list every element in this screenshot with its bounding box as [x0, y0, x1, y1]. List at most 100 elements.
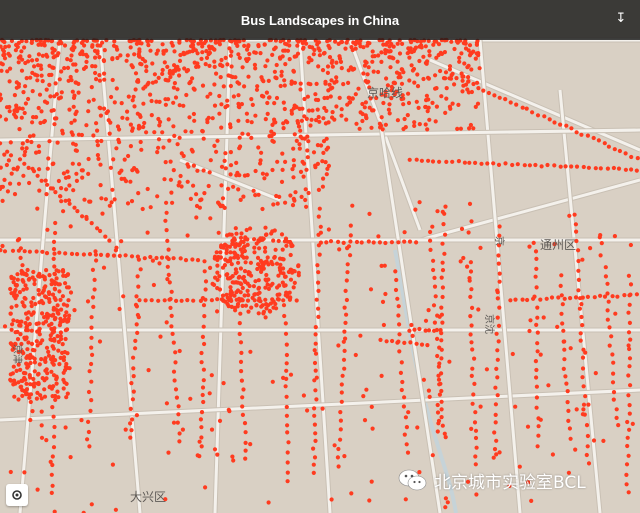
bus-stop-dot — [95, 128, 100, 133]
bus-stop-dot — [610, 352, 615, 357]
bus-stop-dot — [443, 204, 448, 209]
bus-stop-dot — [228, 172, 233, 177]
bus-stop-dot — [316, 187, 321, 192]
bus-stop-dot — [52, 434, 57, 439]
bus-stop-dot — [310, 45, 315, 50]
bus-stop-dot — [228, 297, 233, 302]
bus-stop-dot — [59, 69, 64, 74]
bus-stop-dot — [291, 158, 296, 163]
bus-stop-dot — [89, 335, 94, 340]
bus-stop-map[interactable] — [0, 0, 640, 513]
bus-stop-dot — [178, 256, 183, 261]
bus-stop-dot — [432, 275, 437, 280]
bus-stop-dot — [8, 469, 13, 475]
bus-stop-dot — [393, 269, 398, 274]
bus-stop-dot — [40, 311, 45, 316]
bus-stop-dot — [574, 164, 580, 169]
bus-stop-dot — [288, 277, 294, 282]
bus-stop-dot — [227, 276, 232, 281]
bus-stop-dot — [12, 93, 17, 98]
bus-stop-dot — [233, 41, 238, 46]
bus-stop-dot — [562, 347, 567, 352]
bus-stop-dot — [234, 160, 239, 165]
bus-stop-dot — [605, 291, 610, 296]
bus-stop-dot — [316, 64, 321, 69]
bus-stop-dot — [223, 55, 228, 61]
bus-stop-dot — [371, 240, 376, 245]
bus-stop-dot — [201, 324, 206, 329]
bus-stop-dot — [27, 134, 33, 139]
bus-stop-dot — [34, 339, 39, 344]
bus-stop-dot — [485, 161, 490, 166]
bus-stop-dot — [228, 250, 233, 255]
bus-stop-dot — [114, 86, 119, 91]
bus-stop-dot — [236, 275, 241, 280]
bus-stop-dot — [39, 435, 45, 440]
bus-stop-dot — [585, 433, 591, 439]
bus-stop-dot — [609, 334, 614, 339]
bus-stop-dot — [14, 283, 19, 288]
bus-stop-dot — [101, 265, 107, 270]
bus-stop-dot — [160, 130, 165, 135]
bus-stop-dot — [368, 287, 374, 292]
bus-stop-dot — [443, 70, 449, 75]
bus-stop-dot — [199, 435, 204, 440]
bus-stop-dot — [46, 156, 51, 161]
bus-stop-dot — [300, 40, 305, 46]
bus-stop-dot — [218, 250, 223, 255]
bus-stop-dot — [21, 279, 26, 284]
bus-stop-dot — [444, 86, 449, 91]
bus-stop-dot — [342, 305, 347, 310]
bus-stop-dot — [80, 214, 85, 219]
bus-stop-dot — [387, 44, 392, 49]
bus-stop-dot — [396, 313, 401, 318]
bus-stop-dot — [470, 347, 475, 352]
bus-stop-dot — [50, 454, 55, 459]
bus-stop-dot — [342, 329, 347, 334]
bus-stop-dot — [370, 49, 375, 54]
bus-stop-dot — [624, 472, 629, 477]
bus-stop-dot — [479, 161, 484, 166]
bus-stop-dot — [177, 40, 182, 45]
bus-stop-dot — [44, 251, 50, 256]
bus-stop-dot — [14, 167, 20, 172]
bus-stop-dot — [166, 450, 171, 455]
bus-stop-dot — [330, 64, 335, 69]
double-chevron-down-icon[interactable]: ↧ — [612, 10, 630, 28]
bus-stop-dot — [313, 438, 318, 443]
bus-stop-dot — [198, 417, 203, 422]
map-viewport[interactable]: 京哈线 通州区 大兴区 京 京沈 京津 — [0, 0, 640, 513]
bus-stop-dot — [312, 413, 317, 418]
bus-stop-dot — [627, 411, 632, 416]
bus-stop-dot — [114, 146, 119, 151]
bus-stop-dot — [204, 55, 210, 61]
bus-stop-dot — [535, 444, 540, 449]
bus-stop-dot — [217, 111, 222, 116]
bus-stop-dot — [305, 408, 310, 413]
bus-stop-dot — [98, 162, 103, 167]
bus-stop-dot — [78, 51, 83, 57]
bus-stop-dot — [282, 106, 287, 112]
bus-stop-dot — [192, 118, 197, 123]
bus-stop-dot — [37, 188, 42, 193]
bus-stop-dot — [45, 227, 50, 232]
bus-stop-dot — [138, 267, 143, 272]
bus-stop-dot — [409, 322, 414, 328]
bus-stop-dot — [611, 371, 616, 376]
bus-stop-dot — [283, 159, 288, 164]
bus-stop-dot — [14, 368, 19, 373]
bus-stop-dot — [425, 127, 430, 132]
bus-stop-dot — [149, 298, 154, 303]
bus-stop-dot — [312, 360, 318, 366]
bus-stop-dot — [564, 123, 569, 128]
bus-stop-dot — [42, 99, 48, 104]
bus-stop-dot — [163, 97, 168, 102]
bus-stop-dot — [283, 41, 288, 46]
bus-stop-dot — [381, 100, 386, 106]
locate-button[interactable] — [6, 484, 28, 506]
bus-stop-dot — [148, 205, 153, 210]
bus-stop-dot — [209, 45, 214, 50]
bus-stop-dot — [111, 157, 116, 162]
bus-stop-dot — [581, 402, 587, 407]
bus-stop-dot — [317, 48, 322, 53]
